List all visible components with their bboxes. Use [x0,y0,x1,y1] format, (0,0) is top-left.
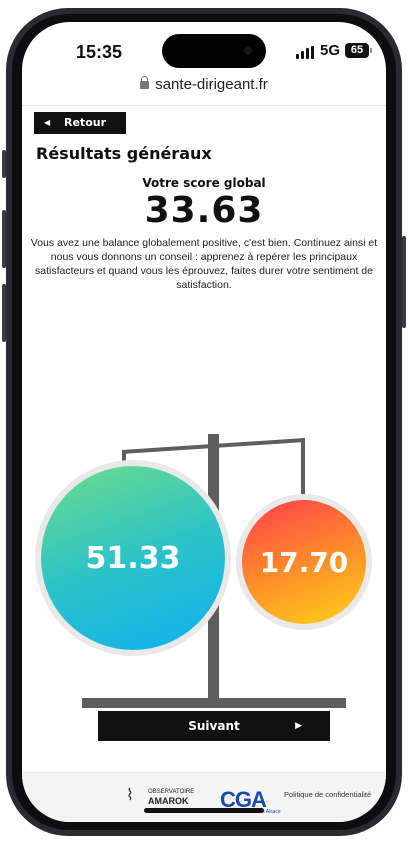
positive-score-circle: 51.33 [41,466,225,650]
power-button [402,236,406,328]
camera-icon [244,47,252,55]
back-button[interactable]: ◀ Retour [34,112,126,134]
dynamic-island [162,34,266,68]
bird-logo-icon: ⌇ [126,787,134,804]
address-bar[interactable]: sante-dirigeant.fr [22,76,386,102]
observatoire-line1: OBSERVATOIRE [148,789,195,795]
url-text: sante-dirigeant.fr [155,76,268,93]
positive-score-value: 51.33 [85,540,181,576]
phone-screen: 15:35 5G 65 sante-dirigeant.fr ◀ Retour … [22,22,386,822]
observatoire-line2: AMAROK [148,796,189,806]
lock-icon [140,76,150,89]
privacy-policy-link[interactable]: Politique de confidentialité [284,790,371,799]
address-bar-divider [22,105,386,106]
battery-icon: 65 [345,43,372,58]
phone-frame: 15:35 5G 65 sante-dirigeant.fr ◀ Retour … [0,0,408,841]
signal-icon [296,46,316,59]
scale-base [82,698,346,708]
global-score: 33.63 [144,190,264,231]
negative-score-circle: 17.70 [242,500,366,624]
score-description: Vous avez une balance globalement positi… [30,237,378,291]
network-type: 5G [320,42,341,59]
back-button-label: Retour [64,116,107,129]
triangle-left-icon: ◀ [44,118,51,127]
negative-score-value: 17.70 [259,545,349,579]
footer: ⌇ OBSERVATOIRE AMAROK CGA Centre de Gest… [22,772,386,822]
triangle-right-icon: ▶ [295,721,302,731]
next-button[interactable]: Suivant ▶ [98,711,330,741]
page-title: Résultats généraux [36,144,212,163]
score-label: Votre score global [142,176,266,190]
status-time: 15:35 [76,42,123,62]
battery-level: 65 [350,44,364,56]
status-bar: 15:35 5G 65 [22,22,386,76]
home-indicator[interactable] [144,808,264,813]
